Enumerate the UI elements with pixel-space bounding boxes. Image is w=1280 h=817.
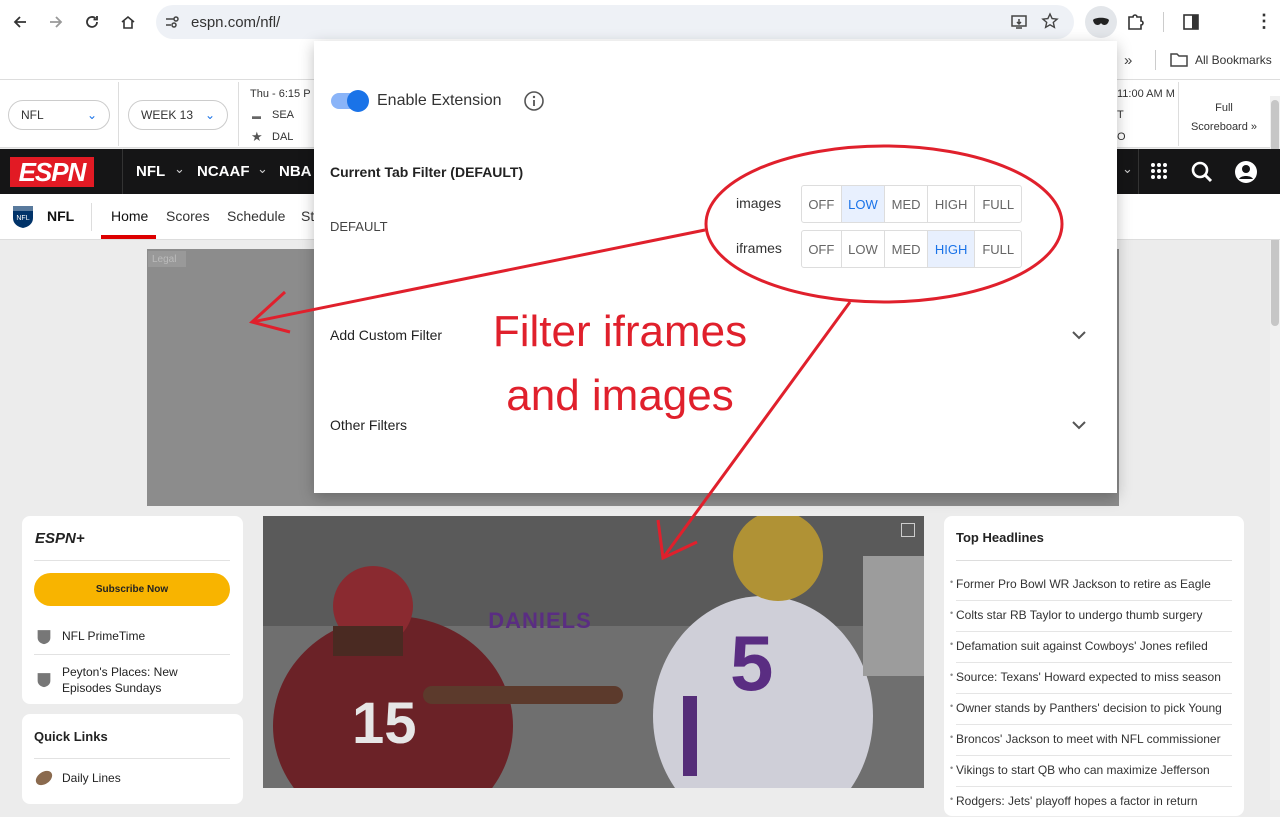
annotation-text: Filter iframes and images (440, 300, 800, 428)
annotation-arrowhead (248, 290, 291, 334)
annotation-ellipse (704, 144, 1064, 304)
annotation-line2: and images (506, 371, 734, 420)
annotation-line1: Filter iframes (492, 307, 748, 356)
